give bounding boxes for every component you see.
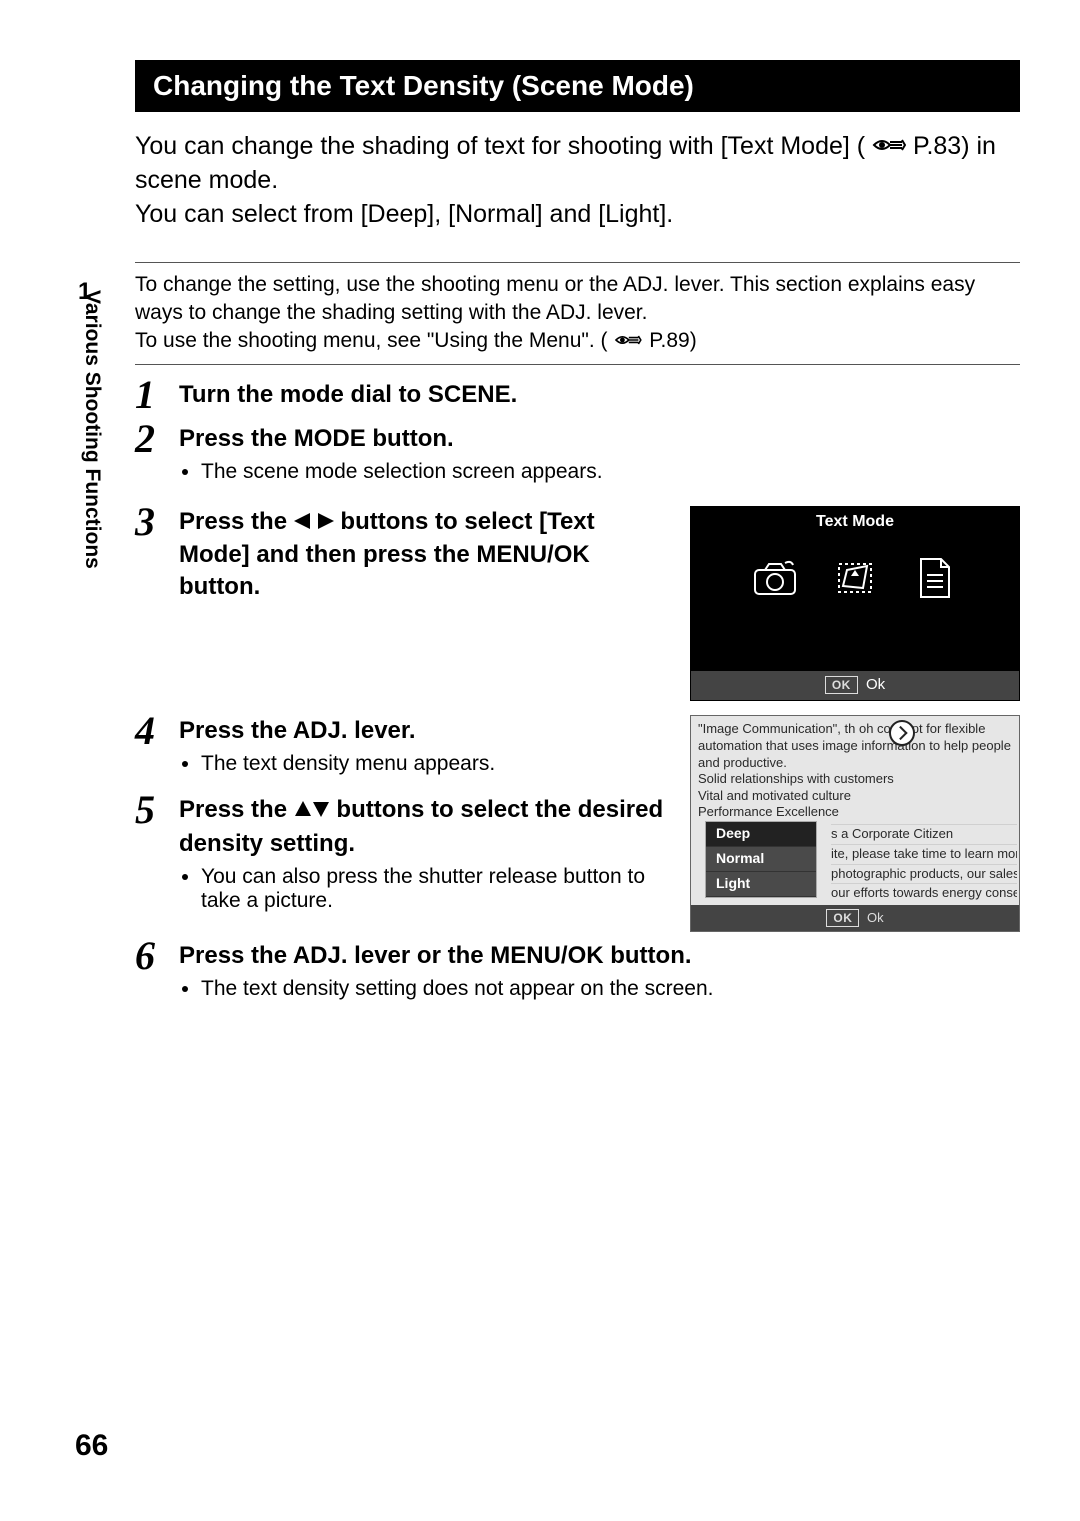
intro-text-1a: You can change the shading of text for s… bbox=[135, 132, 865, 160]
step-title-part: Press the bbox=[179, 796, 294, 823]
step-number: 1 bbox=[135, 375, 179, 415]
step-bullet: The text density menu appears. bbox=[201, 752, 668, 776]
ok-button-indicator: OK bbox=[826, 909, 859, 927]
skew-correction-icon bbox=[832, 555, 878, 601]
note-line-2b: P.89) bbox=[649, 329, 697, 352]
camera-screenshot-density-menu: "Image Communication", th oh concept for… bbox=[690, 715, 1020, 932]
screenshot-title: Text Mode bbox=[691, 507, 1019, 539]
step-1: 1 Turn the mode dial to SCENE. bbox=[135, 375, 1020, 415]
note-line-2a: To use the shooting menu, see "Using the… bbox=[135, 329, 608, 352]
screenshot-footer: OK Ok bbox=[691, 671, 1019, 700]
ok-text: Ok bbox=[866, 676, 885, 693]
reference-icon bbox=[872, 131, 906, 165]
step-bullet: The text density setting does not appear… bbox=[201, 977, 1020, 1001]
step-title: Press the buttons to select [Text Mode] … bbox=[179, 506, 668, 602]
ok-text: Ok bbox=[867, 910, 884, 925]
step-6: 6 Press the ADJ. lever or the MENU/OK bu… bbox=[135, 936, 1020, 1015]
note-line-1: To change the setting, use the shooting … bbox=[135, 271, 1020, 328]
reference-icon bbox=[613, 328, 643, 356]
intro-paragraph: You can change the shading of text for s… bbox=[135, 130, 1020, 232]
step-title: Press the buttons to select the desired … bbox=[179, 794, 668, 858]
step-title: Press the MODE button. bbox=[179, 423, 1020, 454]
step-4: 4 Press the ADJ. lever. The text density… bbox=[135, 711, 1020, 932]
document-icon bbox=[912, 555, 958, 601]
chapter-title-vertical: Various Shooting Functions bbox=[80, 290, 104, 569]
step-2: 2 Press the MODE button. The scene mode … bbox=[135, 419, 1020, 498]
density-option-light: Light bbox=[706, 872, 816, 897]
left-right-arrow-icon bbox=[294, 508, 334, 539]
density-menu: Deep Normal Light bbox=[705, 821, 817, 898]
density-option-normal: Normal bbox=[706, 847, 816, 872]
ok-button-indicator: OK bbox=[825, 676, 858, 694]
up-down-arrow-icon bbox=[294, 796, 330, 827]
step-number: 4 bbox=[135, 711, 179, 751]
camera-icon bbox=[752, 555, 798, 601]
screenshot-background-text: "Image Communication", th oh concept for… bbox=[691, 716, 1019, 823]
intro-text-2: You can select from [Deep], [Normal] and… bbox=[135, 200, 673, 228]
density-option-deep: Deep bbox=[706, 822, 816, 847]
step-title: Press the ADJ. lever. bbox=[179, 715, 668, 746]
step-title: Press the ADJ. lever or the MENU/OK butt… bbox=[179, 940, 1020, 971]
screenshot-right-text: s a Corporate Citizen ite, please take t… bbox=[831, 824, 1017, 903]
manual-page: 1 Various Shooting Functions Changing th… bbox=[0, 0, 1080, 1521]
screenshot-footer: OK Ok bbox=[691, 905, 1019, 931]
page-number: 66 bbox=[75, 1429, 108, 1463]
step-number: 6 bbox=[135, 936, 179, 976]
step-3: 3 Press the buttons to select [Text Mode… bbox=[135, 502, 1020, 701]
step-bullet: The scene mode selection screen appears. bbox=[201, 460, 1020, 484]
step-title: Turn the mode dial to SCENE. bbox=[179, 379, 1020, 410]
step-title-part: Press the bbox=[179, 508, 294, 535]
note-box: To change the setting, use the shooting … bbox=[135, 262, 1020, 365]
step-number: 5 bbox=[135, 790, 179, 830]
step-number: 2 bbox=[135, 419, 179, 459]
steps-list: 1 Turn the mode dial to SCENE. 2 Press t… bbox=[135, 375, 1020, 1015]
camera-screenshot-text-mode: Text Mode bbox=[690, 506, 1020, 701]
step-number: 3 bbox=[135, 502, 179, 542]
step-bullet: You can also press the shutter release b… bbox=[201, 865, 668, 913]
section-title: Changing the Text Density (Scene Mode) bbox=[135, 60, 1020, 112]
